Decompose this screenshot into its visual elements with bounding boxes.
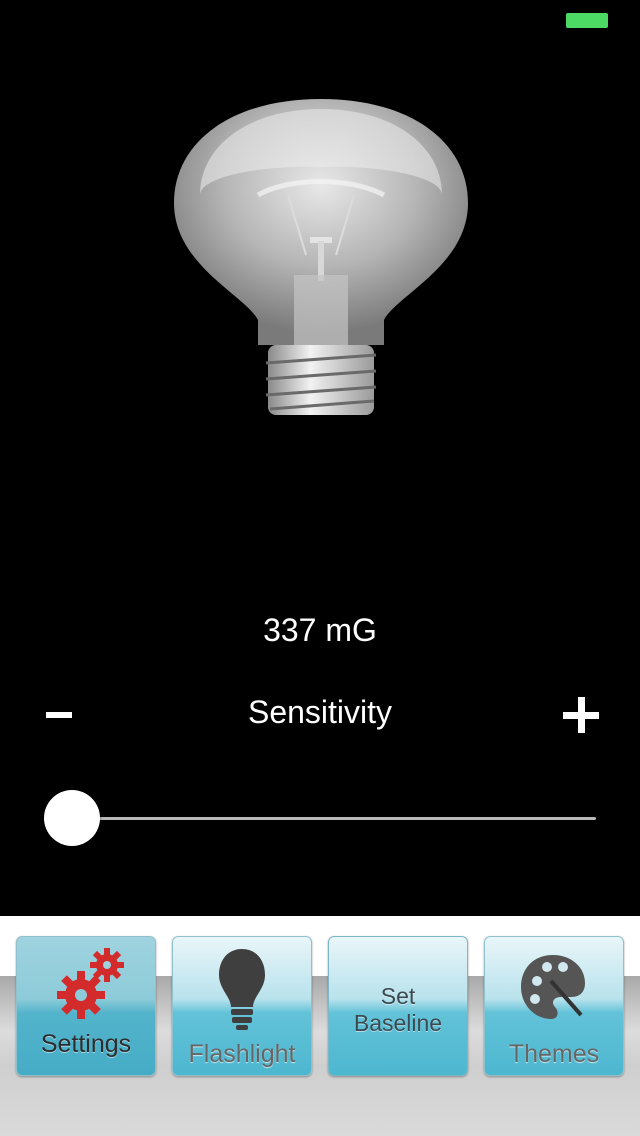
decrease-sensitivity-button[interactable] bbox=[42, 690, 78, 734]
bottom-toolbar: Settings Flashlight Set Baseline Themes bbox=[0, 916, 640, 1136]
app-screen: 337 mG Sensitivity Settings Flashlight S… bbox=[0, 0, 640, 1136]
bulb-icon bbox=[217, 947, 267, 1031]
themes-button[interactable]: Themes bbox=[484, 936, 624, 1076]
light-bulb-icon bbox=[170, 95, 472, 425]
sensitivity-row: Sensitivity bbox=[0, 690, 640, 734]
battery-icon bbox=[566, 13, 608, 28]
slider-track bbox=[72, 817, 596, 820]
sensitivity-slider[interactable] bbox=[44, 790, 600, 846]
flashlight-label: Flashlight bbox=[188, 1040, 296, 1068]
set-baseline-label-line2: Baseline bbox=[353, 1010, 443, 1036]
themes-label: Themes bbox=[508, 1040, 600, 1068]
slider-thumb[interactable] bbox=[44, 790, 100, 846]
magnetic-reading: 337 mG bbox=[263, 612, 377, 648]
set-baseline-label-line1: Set bbox=[380, 983, 416, 1009]
sensitivity-label: Sensitivity bbox=[247, 694, 393, 730]
settings-button[interactable]: Settings bbox=[16, 936, 156, 1076]
increase-sensitivity-button[interactable] bbox=[560, 694, 604, 738]
palette-icon bbox=[517, 951, 589, 1023]
minus-icon bbox=[46, 712, 72, 718]
flashlight-button[interactable]: Flashlight bbox=[172, 936, 312, 1076]
set-baseline-button[interactable]: Set Baseline bbox=[328, 936, 468, 1076]
settings-label: Settings bbox=[40, 1030, 132, 1058]
gears-icon bbox=[57, 945, 129, 1027]
